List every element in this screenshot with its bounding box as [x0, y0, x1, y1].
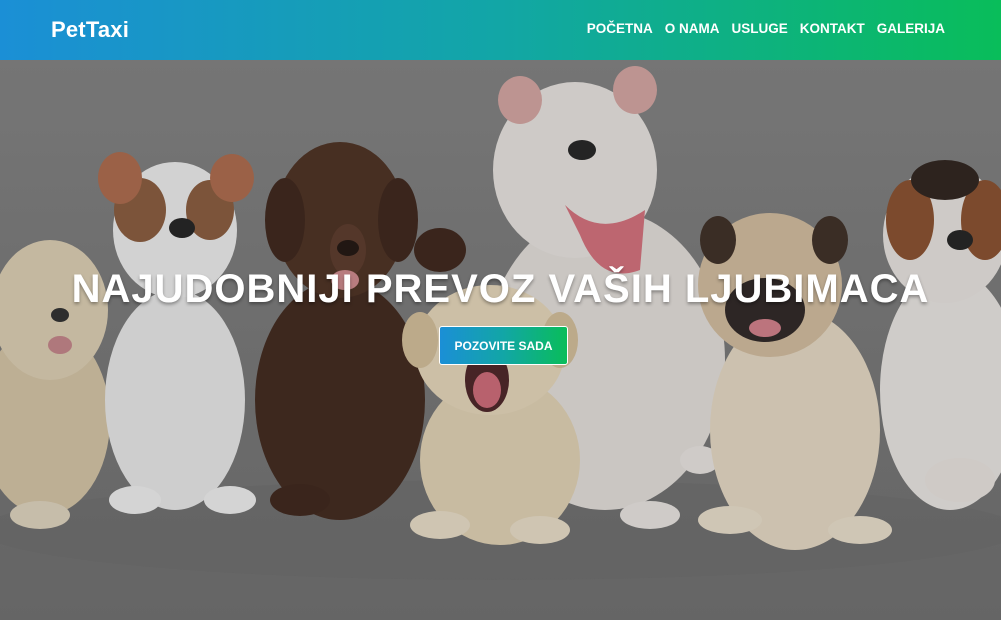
hero-section: NAJUDOBNIJI PREVOZ VAŠIH LJUBIMACA POZOV…	[0, 60, 1001, 620]
nav-link-usluge[interactable]: USLUGE	[731, 21, 787, 36]
nav-link-o-nama[interactable]: O NAMA	[665, 21, 720, 36]
call-now-button[interactable]: POZOVITE SADA	[439, 326, 568, 365]
hero-title: NAJUDOBNIJI PREVOZ VAŠIH LJUBIMACA	[71, 267, 930, 311]
navbar: PetTaxi POČETNA O NAMA USLUGE KONTAKT GA…	[0, 0, 1001, 60]
main-nav: POČETNA O NAMA USLUGE KONTAKT GALERIJA	[587, 21, 945, 36]
nav-link-galerija[interactable]: GALERIJA	[877, 21, 945, 36]
nav-link-pocetna[interactable]: POČETNA	[587, 21, 653, 36]
nav-link-kontakt[interactable]: KONTAKT	[800, 21, 865, 36]
logo[interactable]: PetTaxi	[51, 17, 129, 43]
